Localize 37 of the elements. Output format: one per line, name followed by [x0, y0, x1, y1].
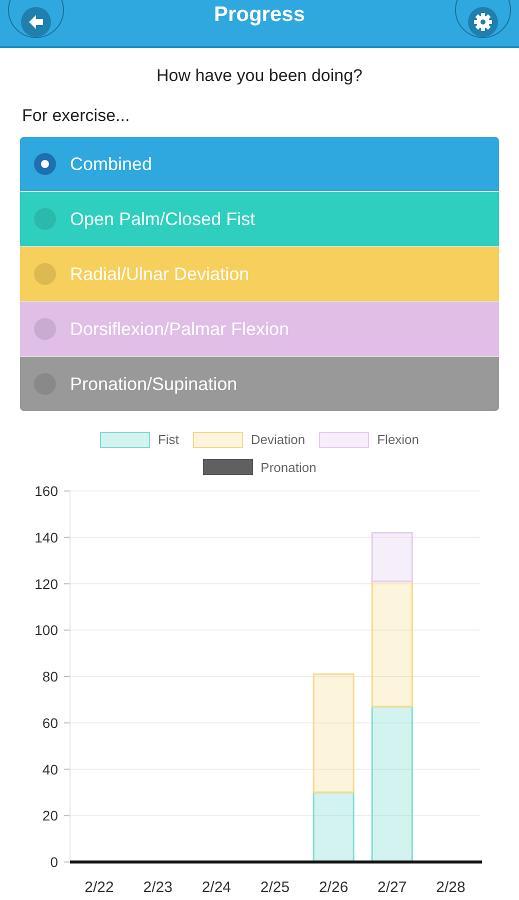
exercise-label-text: Combined [70, 152, 152, 176]
y-tick-label: 0 [50, 854, 58, 870]
radio-button[interactable] [34, 153, 56, 175]
legend-label: Flexion [377, 431, 420, 449]
exercise-option[interactable]: Dorsiflexion/Palmar Flexion [20, 302, 499, 356]
x-tick-label: 2/26 [318, 879, 348, 896]
y-tick-label: 120 [34, 576, 58, 592]
y-tick-label: 160 [34, 483, 58, 499]
legend-label: Pronation [260, 458, 316, 476]
y-tick-label: 20 [42, 808, 58, 824]
y-tick-label: 100 [34, 622, 58, 638]
exercise-option[interactable]: Open Palm/Closed Fist [20, 192, 499, 246]
x-tick-label: 2/28 [436, 879, 466, 896]
exercise-label-text: Dorsiflexion/Palmar Flexion [70, 318, 290, 340]
y-tick-label: 80 [42, 668, 58, 684]
question-text: How have you been doing? [155, 65, 364, 87]
exercise-option[interactable]: Radial/Ulnar Deviation [20, 247, 499, 301]
radio-button[interactable] [34, 263, 56, 285]
x-tick-label: 2/24 [202, 879, 232, 896]
exercise-option[interactable]: Pronation/Supination [20, 357, 499, 411]
x-tick-label: 2/25 [260, 879, 290, 896]
exercise-label: For exercise... [22, 104, 131, 126]
settings-icon [468, 7, 498, 37]
y-tick-label: 40 [42, 761, 58, 778]
legend-label: Deviation [250, 431, 306, 449]
x-tick-label: 2/22 [84, 879, 114, 896]
exercise-label-text: Pronation/Supination [70, 372, 238, 396]
radio-button[interactable] [34, 318, 56, 340]
x-tick-label: 2/23 [143, 879, 172, 896]
x-tick-label: 2/27 [378, 879, 407, 896]
page-title: Progress [214, 2, 306, 28]
y-tick-label: 140 [34, 529, 58, 546]
exercise-label-text: Radial/Ulnar Deviation [70, 262, 250, 286]
exercise-option[interactable]: Combined [20, 137, 499, 191]
legend-label: Fist [158, 431, 179, 449]
y-tick-label: 60 [42, 714, 58, 731]
exercise-label-text: Open Palm/Closed Fist [70, 208, 256, 231]
